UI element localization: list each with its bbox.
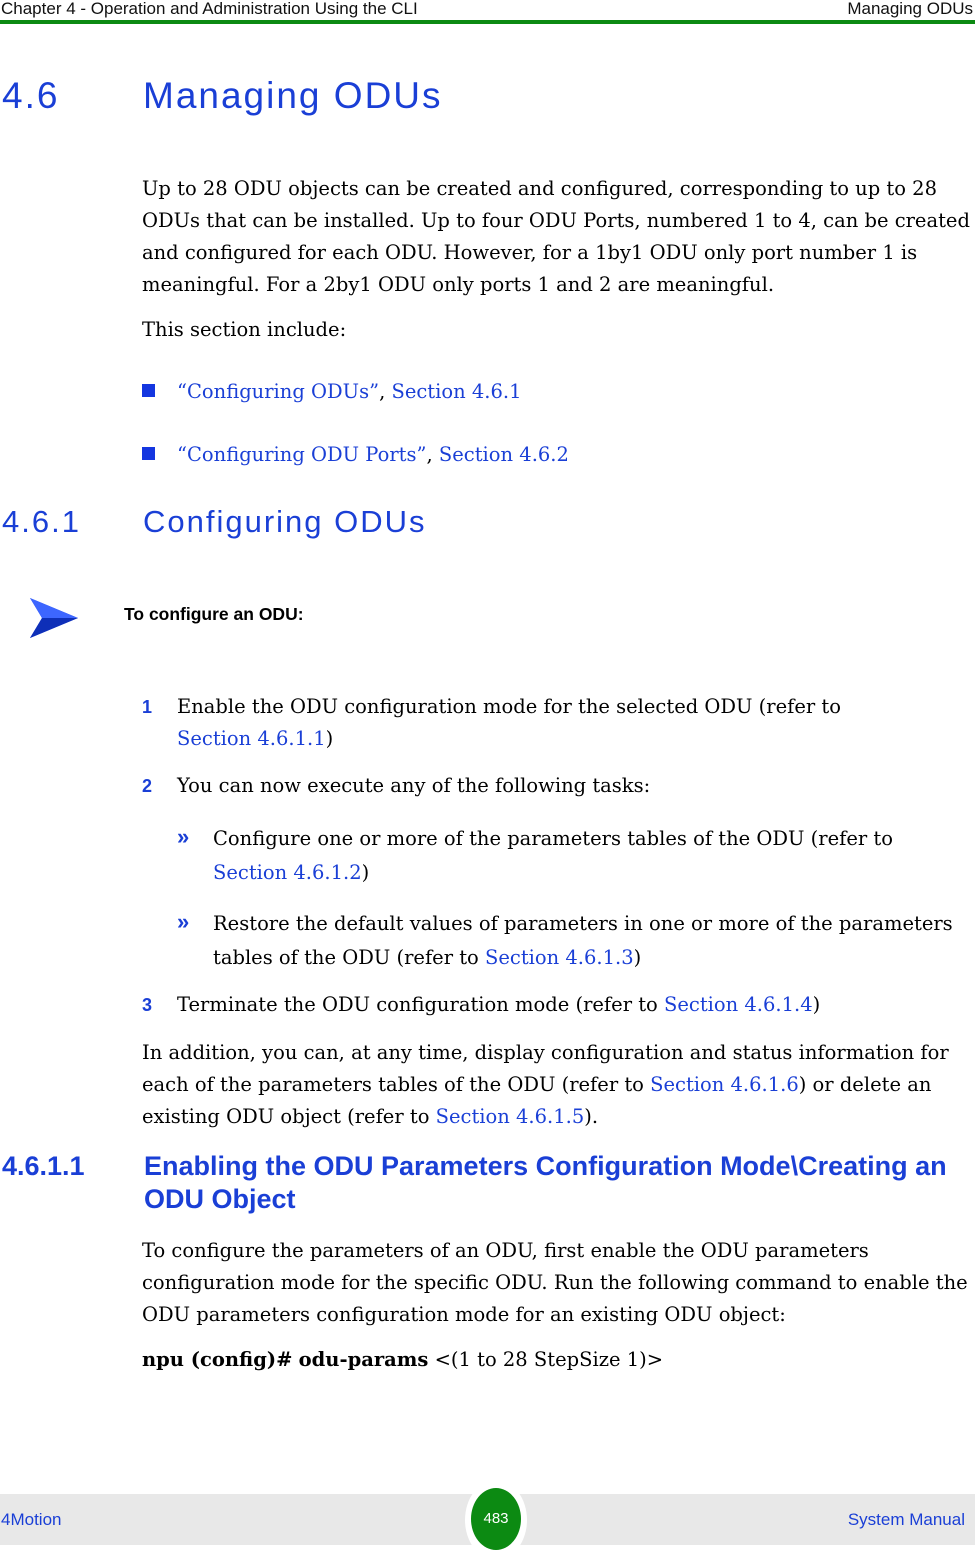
- body-paragraph: To configure the parameters of an ODU, f…: [142, 1239, 968, 1326]
- separator: ,: [379, 380, 392, 403]
- step-text: Enable the ODU configuration mode for th…: [177, 695, 841, 718]
- section-number: 4.6.1.1: [2, 1151, 85, 1181]
- header-rule: [0, 20, 975, 24]
- product-name: 4Motion: [1, 1510, 62, 1529]
- cli-command: npu (config)# odu-params <(1 to 28 StepS…: [142, 1346, 663, 1374]
- includes-label: This section include:: [142, 318, 347, 341]
- section-number: 4.6: [2, 75, 60, 116]
- step-text: Terminate the ODU configuration mode (re…: [177, 993, 664, 1016]
- section-heading-4-6-1: 4.6.1 Configuring ODUs: [2, 504, 427, 540]
- chapter-title: Chapter 4 - Operation and Administration…: [1, 0, 418, 18]
- step-number: 3: [142, 995, 153, 1015]
- subtask-text-tail: ): [633, 946, 642, 969]
- link-section-4-6-1-2[interactable]: Section 4.6.1.2: [213, 861, 362, 884]
- arrow-right-icon: [28, 596, 80, 645]
- link-section-4-6-1-5[interactable]: Section 4.6.1.5: [436, 1105, 585, 1128]
- double-chevron-icon: »: [177, 909, 190, 934]
- page-number-badge: 483: [465, 1480, 527, 1560]
- page-header: Chapter 4 - Operation and Administration…: [0, 0, 975, 22]
- link-section-4-6-2[interactable]: Section 4.6.2: [439, 443, 569, 466]
- page-number: 483: [471, 1488, 521, 1550]
- document-title: System Manual: [847, 1510, 965, 1529]
- section-number: 4.6.1: [2, 504, 81, 539]
- step-text: You can now execute any of the following…: [177, 774, 651, 797]
- link-section-4-6-1-1[interactable]: Section 4.6.1.1: [177, 727, 326, 750]
- running-section-title: Managing ODUs: [847, 0, 973, 18]
- link-configuring-odus[interactable]: “Configuring ODUs”: [177, 380, 379, 403]
- link-section-4-6-1-4[interactable]: Section 4.6.1.4: [664, 993, 813, 1016]
- include-item: “Configuring ODUs”, Section 4.6.1: [142, 378, 522, 406]
- step-text-tail: ): [325, 727, 334, 750]
- procedure-step: 2 You can now execute any of the followi…: [142, 770, 972, 802]
- addition-paragraph: In addition, you can, at any time, displ…: [142, 1037, 972, 1133]
- link-section-4-6-1[interactable]: Section 4.6.1: [391, 380, 521, 403]
- subtask-text-tail: ): [361, 861, 370, 884]
- cli-keyword: odu-params: [298, 1348, 429, 1371]
- intro-paragraph: Up to 28 ODU objects can be created and …: [142, 177, 970, 296]
- separator: ,: [426, 443, 439, 466]
- step-number: 2: [142, 776, 153, 796]
- step-number: 1: [142, 697, 153, 717]
- text-run: ).: [584, 1105, 599, 1128]
- include-item: “Configuring ODU Ports”, Section 4.6.2: [142, 441, 569, 469]
- procedure-label: To configure an ODU:: [124, 604, 304, 624]
- cli-argument: <(1 to 28 StepSize 1)>: [434, 1348, 664, 1371]
- subtask-text: Configure one or more of the parameters …: [213, 827, 893, 850]
- section-heading-4-6: 4.6 Managing ODUs: [2, 76, 443, 116]
- procedure-step: 1 Enable the ODU configuration mode for …: [142, 691, 972, 755]
- subtask-item: » Configure one or more of the parameter…: [177, 822, 972, 890]
- bullet-square-icon: [142, 384, 155, 397]
- procedure-step: 3 Terminate the ODU configuration mode (…: [142, 989, 972, 1021]
- cli-prompt: npu (config)#: [142, 1348, 293, 1371]
- section-title: Enabling the ODU Parameters Configuratio…: [144, 1151, 947, 1214]
- link-section-4-6-1-6[interactable]: Section 4.6.1.6: [650, 1073, 799, 1096]
- step-text-tail: ): [812, 993, 821, 1016]
- double-chevron-icon: »: [177, 824, 190, 849]
- section-title: Configuring ODUs: [143, 504, 427, 539]
- link-section-4-6-1-3[interactable]: Section 4.6.1.3: [485, 946, 634, 969]
- section-title: Managing ODUs: [143, 75, 443, 116]
- link-configuring-odu-ports[interactable]: “Configuring ODU Ports”: [177, 443, 427, 466]
- bullet-square-icon: [142, 447, 155, 460]
- subtask-item: » Restore the default values of paramete…: [177, 907, 972, 975]
